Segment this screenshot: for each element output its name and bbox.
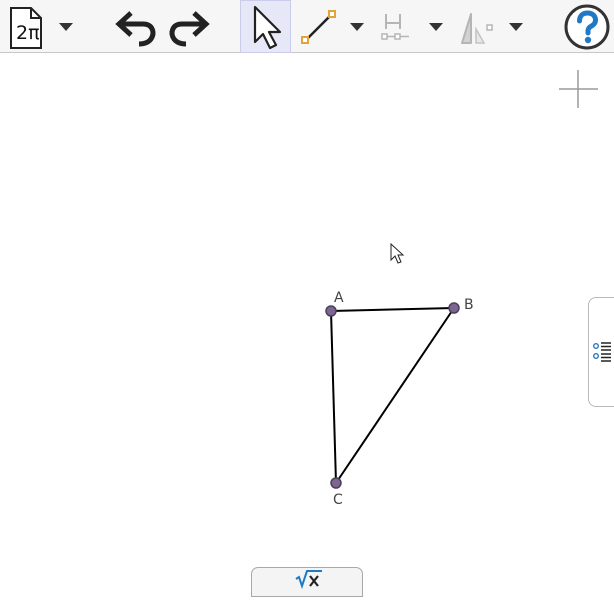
graphics-view[interactable]: A B C bbox=[0, 54, 614, 592]
segment-ca[interactable] bbox=[330, 310, 337, 484]
segment-tool-dropdown[interactable] bbox=[348, 19, 366, 39]
undo-button[interactable] bbox=[113, 0, 161, 53]
point-b[interactable] bbox=[448, 302, 460, 314]
angle-icon bbox=[461, 12, 493, 44]
segment-bc[interactable] bbox=[335, 307, 455, 484]
input-bar-toggle[interactable] bbox=[251, 567, 363, 597]
angle-tool-dropdown[interactable] bbox=[507, 19, 525, 39]
crosshair-icon bbox=[559, 70, 598, 108]
point-a-label: A bbox=[334, 290, 344, 306]
help-icon bbox=[564, 4, 610, 49]
chevron-down-icon bbox=[509, 23, 523, 31]
file-menu-button[interactable]: 2π bbox=[4, 0, 50, 53]
point-c[interactable] bbox=[330, 477, 342, 489]
segment-ab[interactable] bbox=[330, 307, 455, 312]
angle-tool-button[interactable] bbox=[451, 0, 497, 53]
reflect-tool-dropdown[interactable] bbox=[427, 19, 445, 39]
redo-button[interactable] bbox=[164, 0, 212, 53]
point-c-label: C bbox=[333, 492, 343, 508]
file-icon: 2π bbox=[10, 6, 42, 49]
redo-icon bbox=[169, 10, 210, 46]
file-menu-dropdown[interactable] bbox=[57, 19, 75, 39]
segment-icon bbox=[301, 9, 336, 44]
toolbar: 2π bbox=[0, 0, 614, 53]
reflect-icon bbox=[381, 13, 409, 40]
algebra-view-toggle[interactable] bbox=[588, 297, 614, 407]
list-icon bbox=[592, 342, 611, 362]
file-icon-label: 2π bbox=[16, 22, 40, 44]
arrow-cursor-icon bbox=[253, 5, 281, 49]
undo-icon bbox=[115, 10, 156, 46]
chevron-down-icon bbox=[350, 23, 364, 31]
move-tool-button[interactable] bbox=[240, 0, 291, 53]
point-a[interactable] bbox=[325, 305, 337, 317]
graphics-canvas[interactable]: A B C bbox=[0, 54, 614, 592]
chevron-down-icon bbox=[59, 23, 73, 31]
segment-tool-button[interactable] bbox=[297, 0, 341, 53]
point-b-label: B bbox=[464, 297, 474, 313]
chevron-down-icon bbox=[429, 23, 443, 31]
reflect-tool-button[interactable] bbox=[372, 0, 418, 53]
mouse-pointer-icon bbox=[390, 242, 405, 264]
help-button[interactable] bbox=[561, 0, 613, 53]
